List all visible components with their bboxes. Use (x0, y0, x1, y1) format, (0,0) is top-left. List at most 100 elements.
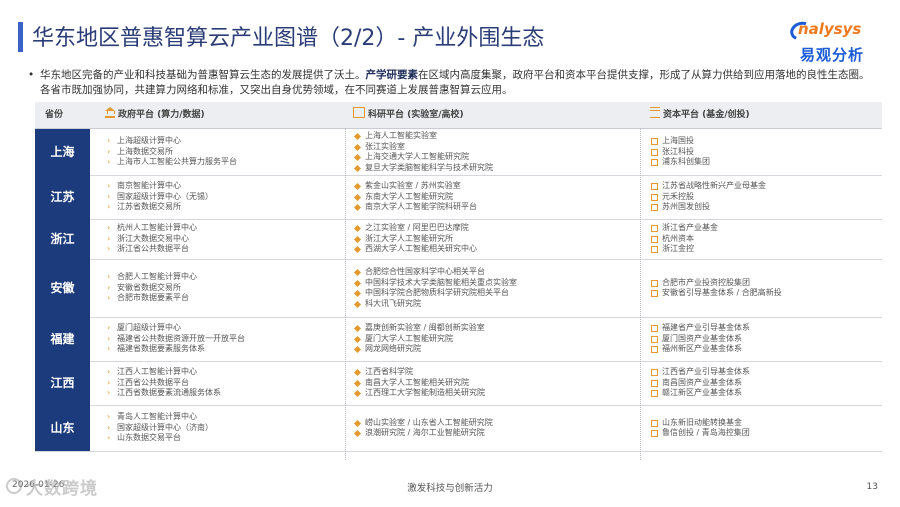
list-item-text: 紫金山实验室 / 苏州实验室 (365, 181, 461, 191)
square-bullet-icon (651, 138, 658, 146)
logo-text-en: nalysys (798, 20, 862, 38)
diamond-bullet-icon (353, 235, 362, 243)
list-item: 元禾控股 (650, 192, 880, 203)
list-item: 鲁信创投 / 青岛海控集团 (650, 428, 880, 439)
square-bullet-icon (651, 148, 658, 156)
square-bullet-icon (651, 369, 658, 377)
list-item-text: 上海市人工智能公共算力服务平台 (117, 157, 237, 167)
table-row: 江苏 › 南京智能计算中心 › 国家超级计算中心（无锡） › 江苏省数据交易所 紫金山实验室 … (35, 175, 882, 220)
square-bullet-icon (651, 390, 658, 398)
list-item-text: 浙江大数据交易中心 (117, 233, 189, 243)
square-bullet-icon (651, 379, 658, 387)
footer-slogan: 激发科技与创新活力 (407, 483, 493, 494)
list-item: 杭州资本 (650, 234, 880, 245)
province-cell: 江苏 (35, 175, 90, 219)
arrow-bullet-icon: › (107, 293, 111, 303)
list-item: › 南京智能计算中心 (105, 181, 340, 192)
list-item-text: 合肥市数据要素平台 (117, 293, 189, 303)
diamond-bullet-icon (353, 300, 362, 308)
list-item-text: 江西省公共数据平台 (117, 377, 189, 387)
list-item-text: 厦门国资产业基金体系 (662, 333, 742, 343)
list-item: 中国科学院合肥物质科学研究院相关平台 (353, 288, 623, 299)
square-bullet-icon (651, 290, 658, 297)
column-divider (640, 128, 641, 460)
page-title: 华东地区普惠智算云产业图谱（2/2）- 产业外围生态 (32, 26, 545, 51)
table-row: 江西 › 江西人工智能计算中心 › 江西省公共数据平台 › 江西省数据要素流通服务体系 江西省… (35, 361, 882, 406)
list-item: 赣江新区产业基金体系 (650, 388, 880, 399)
arrow-bullet-icon: › (107, 344, 111, 354)
list-item: › 上海市人工智能公共算力服务平台 (105, 157, 340, 168)
arrow-bullet-icon: › (107, 146, 111, 156)
list-item: › 合肥人工智能计算中心 (105, 272, 340, 283)
arrow-bullet-icon: › (107, 377, 111, 387)
diamond-bullet-icon (353, 246, 362, 254)
list-item-text: 浙江省产业基金 (662, 223, 718, 233)
diamond-bullet-icon (353, 429, 362, 438)
list-item: 浙江金控 (650, 244, 880, 255)
list-item-text: 浪潮研究院 / 海尔工业智能研究院 (365, 428, 485, 437)
capital-cell: 合肥市产业投资控股集团 安徽省引导基金体系 / 合肥高新投 (650, 278, 880, 299)
header-capital: 资本平台 (基金/创投) (650, 102, 750, 128)
list-item-text: 江西省科学院 (365, 367, 413, 377)
square-bullet-icon (651, 346, 658, 354)
list-item-text: 之江实验室 / 阿里巴巴达摩院 (365, 223, 469, 233)
capital-cell: 江苏省战略性新兴产业母基金 元禾控股 苏州国发创投 (650, 181, 880, 213)
list-item: › 江西省数据要素流通服务体系 (105, 388, 340, 399)
gov-cell: › 青岛人工智能计算中心 › 国家超级计算中心（济南） › 山东数据交易平台 (105, 412, 340, 444)
square-bullet-icon (651, 159, 658, 167)
list-item: 安徽省引导基金体系 / 合肥高新投 (650, 288, 880, 299)
square-bullet-icon (651, 419, 658, 427)
list-item-text: 国家超级计算中心（无锡） (117, 191, 213, 201)
arrow-bullet-icon: › (107, 202, 111, 212)
list-item: › 江西省公共数据平台 (105, 378, 340, 389)
ecosystem-table: 省份 政府平台 (算力/数据) 科研平台 (实验室/高校) 资本平台 (基金/创… (35, 102, 882, 460)
square-bullet-icon (651, 183, 658, 191)
square-bullet-icon (651, 225, 658, 233)
document-icon (353, 107, 365, 118)
list-item-text: 江西理工大学智能制造相关研究院 (365, 388, 485, 398)
list-item-text: 厦门超级计算中心 (117, 323, 181, 333)
list-item: › 上海数据交易所 (105, 147, 340, 158)
capital-cell: 福建省产业引导基金体系 厦门国资产业基金体系 福州新区产业基金体系 (650, 323, 880, 355)
list-item: › 厦门超级计算中心 (105, 323, 340, 334)
list-item-text: 福建省数据要素服务体系 (117, 344, 205, 354)
list-item-text: 上海数据交易所 (117, 146, 173, 156)
list-item: › 上海超级计算中心 (105, 136, 340, 147)
header-gov-label: 政府平台 (算力/数据) (118, 110, 205, 120)
list-item: 南京大学人工智能学院科研平台 (353, 202, 623, 213)
list-item-text: 东南大学人工智能研究院 (365, 191, 453, 201)
column-divider (345, 128, 346, 460)
square-bullet-icon (651, 246, 658, 254)
research-cell: 江西省科学院 南昌大学人工智能相关研究院 江西理工大学智能制造相关研究院 (353, 367, 623, 399)
diamond-bullet-icon (353, 143, 362, 151)
list-item: › 江西人工智能计算中心 (105, 367, 340, 378)
list-item-text: 中国科学院合肥物质科学研究院相关平台 (365, 288, 509, 297)
list-item-text: 上海人工智能实验室 (365, 131, 437, 140)
square-bullet-icon (651, 430, 658, 437)
list-item-text: 网龙网络研究院 (365, 344, 421, 354)
list-item: › 国家超级计算中心（无锡） (105, 192, 340, 203)
list-item: 西湖大学人工智能相关研究中心 (353, 244, 623, 255)
list-item: 江西省产业引导基金体系 (650, 367, 880, 378)
province-cell: 上海 (35, 129, 90, 175)
diamond-bullet-icon (353, 325, 362, 333)
header-research-label: 科研平台 (实验室/高校) (368, 110, 464, 120)
diamond-bullet-icon (353, 153, 362, 162)
province-cell: 江西 (35, 361, 90, 405)
intro-bold: 产学研要素 (365, 69, 419, 81)
list-item: 浙江大学人工智能研究所 (353, 234, 623, 245)
list-item: 东南大学人工智能研究院 (353, 192, 623, 203)
arrow-bullet-icon: › (107, 282, 111, 292)
list-item: › 青岛人工智能计算中心 (105, 412, 340, 423)
list-item: 浪潮研究院 / 海尔工业智能研究院 (353, 428, 623, 439)
list-item-text: 福建省产业引导基金体系 (662, 323, 750, 333)
bank-icon (105, 107, 115, 118)
list-item-text: 科大讯飞研究院 (365, 298, 421, 308)
table-header: 省份 政府平台 (算力/数据) 科研平台 (实验室/高校) 资本平台 (基金/创… (35, 102, 882, 129)
research-cell: 合肥综合性国家科学中心相关平台 中国科学技术大学类脑智能相关重点实验室 中国科学院合… (353, 267, 623, 309)
list-item-text: 崂山实验室 / 山东省人工智能研究院 (365, 417, 493, 427)
list-item: › 山东数据交易平台 (105, 433, 340, 444)
arrow-bullet-icon: › (107, 422, 111, 432)
list-item: 江西理工大学智能制造相关研究院 (353, 388, 623, 399)
list-item-text: 青岛人工智能计算中心 (117, 412, 197, 422)
